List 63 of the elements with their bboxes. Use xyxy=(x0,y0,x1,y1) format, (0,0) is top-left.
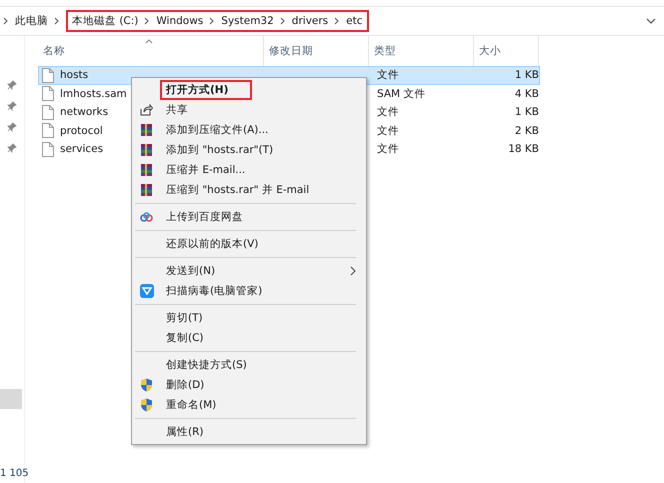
menu-item[interactable]: 扫描病毒(电脑管家) xyxy=(132,281,366,301)
cloud-icon xyxy=(140,212,153,222)
dropdown-icon[interactable] xyxy=(646,18,656,24)
chevron-icon xyxy=(3,17,9,25)
breadcrumb-item[interactable]: 本地磁盘 (C:) xyxy=(72,14,138,28)
file-icon xyxy=(42,123,54,138)
menu-item[interactable]: 添加到压缩文件(A)... xyxy=(132,120,366,140)
file-size: 4 KB xyxy=(514,88,539,100)
file-icon xyxy=(42,104,54,120)
menu-item[interactable]: 剪切(T) xyxy=(132,308,366,328)
file-type: 文件 xyxy=(377,142,400,156)
file-type: 文件 xyxy=(377,105,400,120)
file-name: lmhosts.sam xyxy=(60,88,127,100)
menu-item[interactable]: 重命名(M) xyxy=(132,395,366,415)
shield-icon xyxy=(140,378,153,392)
shield-icon xyxy=(140,284,154,298)
file-icon xyxy=(42,86,54,102)
breadcrumb-item[interactable]: Windows xyxy=(156,15,204,27)
menu-item[interactable]: 创建快捷方式(S) xyxy=(132,355,366,375)
menu-item[interactable]: 属性(R) xyxy=(132,422,366,442)
status-text: 1 105 xyxy=(0,468,29,479)
books-icon xyxy=(140,163,153,177)
books-icon xyxy=(140,123,153,137)
breadcrumb-item[interactable]: drivers xyxy=(292,15,328,27)
breadcrumb-item[interactable]: etc xyxy=(346,15,363,27)
file-type: SAM 文件 xyxy=(377,86,426,101)
menu-item[interactable]: 压缩到 "hosts.rar" 并 E-mail xyxy=(132,180,366,200)
share-icon xyxy=(140,104,153,116)
file-size: 1 KB xyxy=(514,69,539,82)
menu-item[interactable]: 上传到百度网盘 xyxy=(132,207,366,227)
pin-icon[interactable] xyxy=(7,101,17,111)
chevron-icon xyxy=(54,17,60,25)
file-icon xyxy=(42,142,54,157)
file-icon xyxy=(42,68,54,83)
chevron-icon xyxy=(209,17,216,25)
file-type: 文件 xyxy=(377,68,400,82)
file-name: hosts xyxy=(60,69,88,82)
file-name: protocol xyxy=(60,124,103,137)
pin-icon[interactable] xyxy=(7,80,17,90)
file-type: 文件 xyxy=(377,124,400,138)
file-name: networks xyxy=(60,106,108,118)
menu-item[interactable]: 共享 xyxy=(132,100,366,120)
menu-item[interactable]: 复制(C) xyxy=(132,328,366,348)
books-icon xyxy=(140,183,153,197)
file-size: 18 KB xyxy=(507,143,539,156)
chevron-icon xyxy=(280,17,286,25)
sort-icon xyxy=(145,39,153,44)
menu-item[interactable]: 添加到 "hosts.rar"(T) xyxy=(132,140,366,160)
pin-icon[interactable] xyxy=(7,143,17,153)
menu-item[interactable]: 发送到(N) xyxy=(132,261,366,281)
books-icon xyxy=(140,143,153,157)
breadcrumb-item[interactable]: 此电脑 xyxy=(15,14,48,28)
menu-item[interactable]: 压缩并 E-mail... xyxy=(132,160,366,180)
menu-item[interactable]: 还原以前的版本(V) xyxy=(132,234,366,254)
breadcrumb-item[interactable]: System32 xyxy=(221,15,274,27)
file-size: 2 KB xyxy=(514,124,539,137)
menu-item[interactable]: 删除(D) xyxy=(132,375,366,395)
chevron-icon xyxy=(334,17,340,25)
pin-icon[interactable] xyxy=(7,122,17,132)
file-name: services xyxy=(60,143,104,156)
chevron-icon xyxy=(144,17,150,25)
shield-icon xyxy=(140,398,153,412)
file-size: 1 KB xyxy=(514,106,539,118)
